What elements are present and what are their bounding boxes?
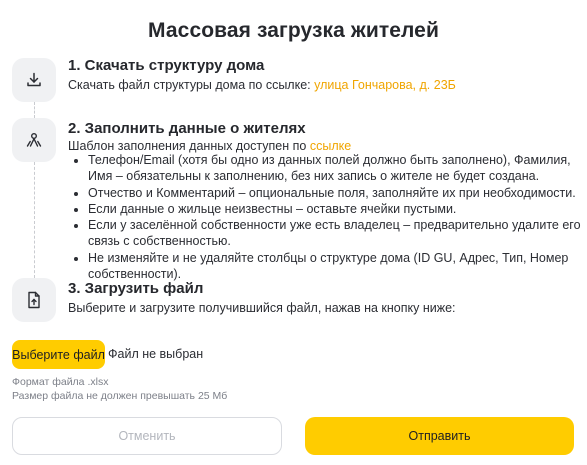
rule-item: Отчество и Комментарий – опциональные по… <box>88 185 587 201</box>
step3-icon-box <box>12 278 56 322</box>
step2-description: Шаблон заполнения данных доступен по <box>68 139 310 153</box>
page-title: Массовая загрузка жителей <box>148 19 439 42</box>
file-size-hint: Размер файла не должен превышать 25 Мб <box>12 390 228 402</box>
rule-item: Если у заселённой собственности уже есть… <box>88 217 587 250</box>
step2-title: 2. Заполнить данные о жителях <box>68 120 306 137</box>
step-connector <box>34 162 35 278</box>
download-icon <box>25 71 43 89</box>
house-structure-link[interactable]: улица Гончарова, д. 23Б <box>314 78 456 92</box>
step3-text: Выберите и загрузите получившийся файл, … <box>68 301 456 315</box>
people-icon <box>25 131 43 149</box>
rule-item: Телефон/Email (хотя бы одно из данных по… <box>88 152 587 185</box>
step-connector <box>34 102 35 118</box>
rules-list: Телефон/Email (хотя бы одно из данных по… <box>68 152 587 282</box>
step1-title: 1. Скачать структуру дома <box>68 57 265 74</box>
file-status: Файл не выбран <box>108 347 204 361</box>
submit-button[interactable]: Отправить <box>305 417 574 455</box>
step1-icon-box <box>12 58 56 102</box>
file-upload-icon <box>26 291 42 309</box>
choose-file-button[interactable]: Выберите файл <box>12 340 105 369</box>
step2-text: Шаблон заполнения данных доступен по ссы… <box>68 139 351 153</box>
cancel-button[interactable]: Отменить <box>12 417 282 455</box>
file-format-hint: Формат файла .xlsx <box>12 376 109 388</box>
step1-text: Скачать файл структуры дома по ссылке: у… <box>68 78 456 92</box>
rule-item: Не изменяйте и не удаляйте столбцы о стр… <box>88 250 587 283</box>
rule-item: Если данные о жильце неизвестны – оставь… <box>88 201 587 217</box>
step2-icon-box <box>12 118 56 162</box>
step1-description: Скачать файл структуры дома по ссылке: <box>68 78 315 92</box>
step3-title: 3. Загрузить файл <box>68 280 204 297</box>
template-link[interactable]: ссылке <box>310 139 351 153</box>
